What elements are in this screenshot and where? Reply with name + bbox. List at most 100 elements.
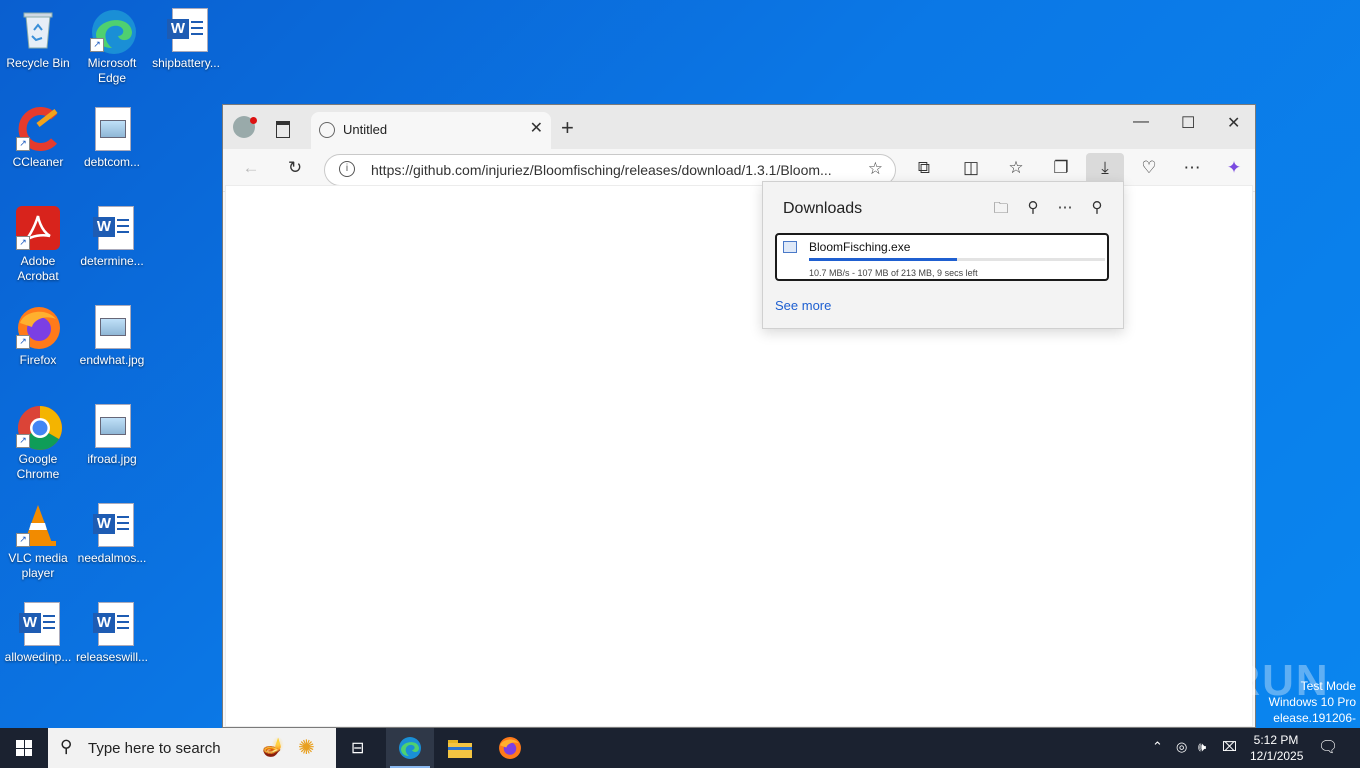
desktop-icon-recycle-bin[interactable]: Recycle Bin [0, 8, 76, 71]
ccleaner-icon: ↗ [16, 107, 60, 151]
pin-icon[interactable]: ⚲ [1087, 198, 1107, 216]
favorite-star-icon[interactable]: ☆ [868, 159, 883, 179]
minimize-button[interactable]: — [1133, 113, 1149, 131]
copilot-icon[interactable]: ✦ [1222, 158, 1246, 178]
show-hidden-icons-chevron-icon[interactable]: ⌃ [1152, 739, 1163, 755]
word-document-icon: W [16, 602, 60, 646]
desktop-icon-firefox[interactable]: ↗ Firefox [0, 305, 76, 368]
image-file-icon [90, 305, 134, 349]
split-screen-icon[interactable]: ◫ [959, 158, 983, 178]
taskbar-search-box[interactable]: ⚲ Type here to search 🪔 ✺ [48, 728, 336, 768]
browser-essentials-icon[interactable]: ♡ [1137, 158, 1161, 178]
refresh-button[interactable]: ↻ [283, 158, 307, 178]
desktop-icon-chrome[interactable]: ↗ Google Chrome [0, 404, 76, 482]
search-highlight-flower-icon: ✺ [298, 737, 315, 759]
taskbar-firefox[interactable] [486, 728, 534, 768]
desktop-icon-endwhat[interactable]: endwhat.jpg [74, 305, 150, 368]
download-icon: ⤓ [1101, 158, 1109, 177]
shortcut-arrow-icon: ↗ [90, 38, 104, 52]
url-text[interactable]: https://github.com/injuriez/Bloomfischin… [371, 162, 832, 178]
close-window-button[interactable]: ✕ [1227, 113, 1240, 133]
shortcut-arrow-icon: ↗ [16, 236, 30, 250]
search-icon: ⚲ [60, 737, 73, 756]
shortcut-arrow-icon: ↗ [16, 533, 30, 547]
search-placeholder: Type here to search [88, 740, 221, 757]
desktop-icon-debtcom[interactable]: debtcom... [74, 107, 150, 170]
notification-dot-icon [250, 117, 257, 124]
back-button[interactable]: ← [239, 158, 263, 178]
downloads-flyout: Downloads 🗀 ⚲ ⋯ ⚲ BloomFisching.exe 10.7… [762, 181, 1124, 329]
desktop-icon-label: ifroad.jpg [87, 452, 137, 466]
taskbar-file-explorer[interactable] [436, 728, 484, 768]
desktop-icon-label: debtcom... [83, 155, 141, 169]
desktop-icon-label: needalmos... [77, 551, 147, 565]
extensions-icon[interactable]: ⧉ [912, 158, 936, 178]
collections-icon[interactable]: ❐ [1049, 158, 1073, 178]
desktop-icon-releaseswill[interactable]: W releaseswill... [74, 602, 150, 665]
desktop-icon-label: releaseswill... [75, 650, 149, 664]
recycle-bin-icon [16, 8, 60, 52]
desktop-icon-label: endwhat.jpg [79, 353, 145, 367]
download-filename: BloomFisching.exe [809, 240, 911, 254]
download-progress-fill [809, 258, 957, 261]
desktop-icon-label: Google Chrome [16, 452, 60, 481]
shortcut-arrow-icon: ↗ [16, 137, 30, 151]
volume-icon[interactable]: 🕪 [1198, 739, 1206, 755]
download-item[interactable]: BloomFisching.exe 10.7 MB/s - 107 MB of … [775, 233, 1109, 281]
close-tab-icon[interactable]: ✕ [530, 118, 543, 138]
downloads-title: Downloads [783, 200, 863, 217]
desktop-icon-label: Firefox [19, 353, 57, 367]
desktop-icon-adobe-acrobat[interactable]: ↗ Adobe Acrobat [0, 206, 76, 284]
desktop-icon-ccleaner[interactable]: ↗ CCleaner [0, 107, 76, 170]
desktop-icon-vlc[interactable]: ↗ VLC media player [0, 503, 76, 581]
exe-file-icon [783, 241, 797, 253]
new-tab-button[interactable]: + [561, 115, 574, 141]
tab-untitled[interactable]: Untitled ✕ [311, 112, 551, 149]
maximize-button[interactable]: ☐ [1181, 113, 1195, 133]
firefox-icon [499, 737, 521, 759]
search-icon[interactable]: ⚲ [1023, 198, 1043, 216]
desktop-icon-label: allowedinp... [4, 650, 72, 664]
desktop-icon-label: shipbattery... [152, 56, 220, 70]
see-more-link[interactable]: See more [775, 298, 831, 313]
shortcut-arrow-icon: ↗ [16, 335, 30, 349]
globe-icon [319, 122, 335, 138]
word-document-icon: W [90, 206, 134, 250]
word-document-icon: W [90, 602, 134, 646]
start-button[interactable] [0, 728, 48, 768]
desktop-icon-edge[interactable]: ↗ Microsoft Edge [74, 8, 150, 86]
open-folder-icon[interactable]: 🗀 [991, 198, 1011, 223]
vlc-icon: ↗ [16, 503, 60, 547]
word-document-icon: W [90, 503, 134, 547]
desktop-icon-determine[interactable]: W determine... [74, 206, 150, 269]
more-options-icon[interactable]: ⋯ [1055, 198, 1075, 216]
watermark-line: Windows 10 Pro [1268, 695, 1356, 709]
desktop-icon-needalmos[interactable]: W needalmos... [74, 503, 150, 566]
task-view-button[interactable]: ⊟ [336, 728, 384, 768]
notification-center-icon[interactable]: 🗨 [1318, 737, 1338, 757]
watermark-line: Test Mode [1300, 679, 1356, 693]
shortcut-arrow-icon: ↗ [16, 434, 30, 448]
desktop-icon-allowedinp[interactable]: W allowedinp... [0, 602, 76, 665]
favorites-icon[interactable]: ☆ [1004, 158, 1028, 178]
image-file-icon [90, 404, 134, 448]
search-highlight-icon: 🪔 [262, 737, 285, 757]
taskbar-edge[interactable] [386, 728, 434, 768]
desktop-icon-ifroad[interactable]: ifroad.jpg [74, 404, 150, 467]
system-clock[interactable]: 5:12 PM 12/1/2025 [1250, 732, 1304, 764]
desktop-icon-label: Microsoft Edge [87, 56, 137, 85]
tab-title: Untitled [343, 122, 388, 137]
network-icon[interactable]: ⌧ [1222, 739, 1237, 755]
taskbar: ⚲ Type here to search 🪔 ✺ ⊟ ⌃ ◎ 🕪 ⌧ 5:12… [0, 728, 1360, 768]
clock-date: 12/1/2025 [1250, 749, 1304, 763]
meet-now-icon[interactable]: ◎ [1176, 739, 1187, 755]
tab-actions-icon[interactable] [276, 121, 290, 138]
info-icon[interactable]: i [339, 161, 355, 177]
more-options-icon[interactable]: ⋯ [1180, 158, 1204, 178]
windows-logo-icon [16, 740, 32, 756]
desktop-icon-label: VLC media player [8, 551, 68, 580]
adobe-acrobat-icon: ↗ [16, 206, 60, 250]
clock-time: 5:12 PM [1253, 733, 1299, 747]
desktop-icon-shipbattery[interactable]: W shipbattery... [148, 8, 224, 71]
chrome-icon: ↗ [16, 404, 62, 450]
